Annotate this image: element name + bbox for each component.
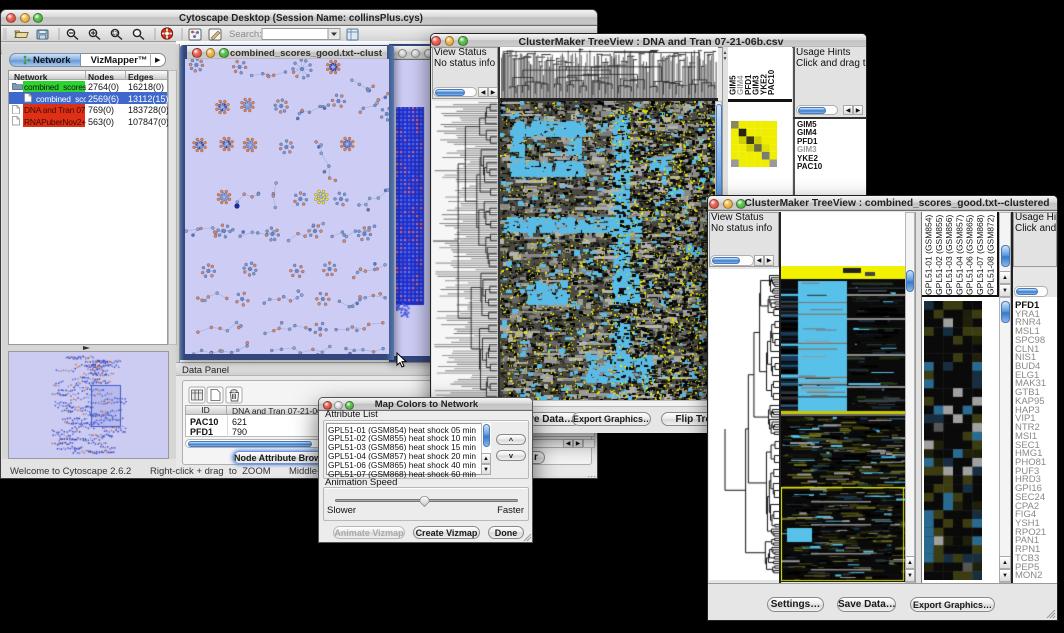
svg-text:Search:: Search: [229, 29, 262, 40]
svg-text:GPL51-02 (GSM855): GPL51-02 (GSM855) [934, 215, 944, 295]
svg-text:PAC10: PAC10 [767, 69, 776, 95]
svg-text:GPL51-01 (GSM854): GPL51-01 (GSM854) [924, 215, 934, 295]
svg-text:GPL51-06 (GSM865): GPL51-06 (GSM865) [965, 215, 975, 295]
svg-text:GPL51-04 (GSM857): GPL51-04 (GSM857) [954, 215, 964, 295]
svg-text:GPL51-07 (GSM868): GPL51-07 (GSM868) [975, 215, 985, 295]
svg-text:GPL51-03 (GSM856): GPL51-03 (GSM856) [944, 215, 954, 295]
svg-text:1:1: 1:1 [113, 32, 118, 36]
svg-text:GPL51-08 (GSM872): GPL51-08 (GSM872) [985, 215, 995, 295]
